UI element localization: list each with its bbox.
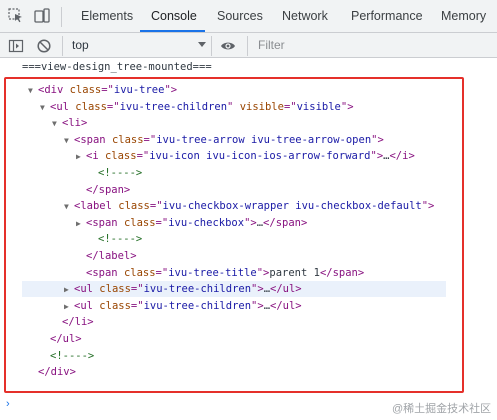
clear-console-icon[interactable] xyxy=(36,38,52,54)
tab-console[interactable]: Console xyxy=(151,0,197,33)
devtools-tabbar: Elements Console Sources Network Perform… xyxy=(0,0,497,33)
tab-performance[interactable]: Performance xyxy=(351,0,423,33)
tab-sources[interactable]: Sources xyxy=(217,0,263,33)
active-tab-indicator xyxy=(140,30,205,32)
eye-icon[interactable] xyxy=(220,38,236,54)
tab-memory[interactable]: Memory xyxy=(441,0,486,33)
toolbar-divider xyxy=(62,36,63,56)
filter-input[interactable]: Filter xyxy=(258,38,285,52)
context-selector[interactable]: top xyxy=(72,38,89,52)
prompt-chevron-icon[interactable]: › xyxy=(6,398,10,410)
tab-network[interactable]: Network xyxy=(282,0,328,33)
console-log-message: ===view-design_tree-mounted=== xyxy=(22,61,212,73)
console-toolbar: top Filter xyxy=(0,33,497,58)
inspect-element-icon[interactable] xyxy=(8,8,24,24)
chevron-down-icon[interactable] xyxy=(198,42,206,47)
toolbar-divider xyxy=(61,7,62,27)
device-toolbar-icon[interactable] xyxy=(34,8,50,24)
watermark: @稀土掘金技术社区 xyxy=(392,403,492,415)
toolbar-divider xyxy=(211,36,212,56)
tab-elements[interactable]: Elements xyxy=(81,0,133,33)
highlight-annotation-box xyxy=(4,77,464,393)
toolbar-divider xyxy=(247,36,248,56)
sidebar-toggle-icon[interactable] xyxy=(8,38,24,54)
